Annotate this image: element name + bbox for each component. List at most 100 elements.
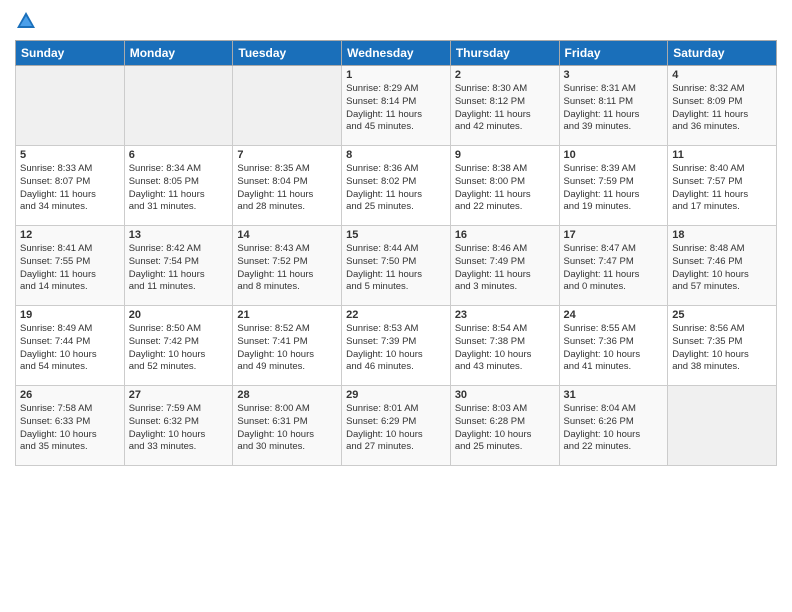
day-info: Sunrise: 8:52 AM Sunset: 7:41 PM Dayligh… bbox=[237, 323, 337, 374]
calendar-cell: 15Sunrise: 8:44 AM Sunset: 7:50 PM Dayli… bbox=[342, 226, 451, 306]
day-number: 6 bbox=[129, 149, 229, 161]
calendar-cell: 28 Sunrise: 8:00 AM Sunset: 6:31 PM Dayli… bbox=[233, 386, 342, 466]
day-number: 26 bbox=[20, 389, 120, 401]
day-number: 15 bbox=[346, 229, 446, 241]
day-info: Sunrise: 7:58 AM Sunset: 6:33 PM Dayligh… bbox=[20, 403, 120, 454]
day-info: Sunrise: 8:30 AM Sunset: 8:12 PM Dayligh… bbox=[455, 83, 555, 134]
calendar-cell: 20 Sunrise: 8:50 AM Sunset: 7:42 PM Dayli… bbox=[124, 306, 233, 386]
day-number: 16 bbox=[455, 229, 555, 241]
day-number: 23 bbox=[455, 309, 555, 321]
calendar-header-sunday: Sunday bbox=[16, 41, 125, 66]
calendar-week-row: 5 Sunrise: 8:33 AM Sunset: 8:07 PM Daylig… bbox=[16, 146, 777, 226]
day-number: 13 bbox=[129, 229, 229, 241]
calendar-cell: 31Sunrise: 8:04 AM Sunset: 6:26 PM Dayli… bbox=[559, 386, 668, 466]
day-number: 28 bbox=[237, 389, 337, 401]
day-info: Sunrise: 8:38 AM Sunset: 8:00 PM Dayligh… bbox=[455, 163, 555, 214]
day-number: 2 bbox=[455, 69, 555, 81]
day-info: Sunrise: 8:55 AM Sunset: 7:36 PM Dayligh… bbox=[564, 323, 664, 374]
day-number: 8 bbox=[346, 149, 446, 161]
calendar-header-wednesday: Wednesday bbox=[342, 41, 451, 66]
calendar-cell: 23 Sunrise: 8:54 AM Sunset: 7:38 PM Dayli… bbox=[450, 306, 559, 386]
day-info: Sunrise: 8:47 AM Sunset: 7:47 PM Dayligh… bbox=[564, 243, 664, 294]
page: SundayMondayTuesdayWednesdayThursdayFrid… bbox=[0, 0, 792, 612]
day-number: 10 bbox=[564, 149, 664, 161]
calendar-cell: 21 Sunrise: 8:52 AM Sunset: 7:41 PM Dayli… bbox=[233, 306, 342, 386]
day-info: Sunrise: 8:34 AM Sunset: 8:05 PM Dayligh… bbox=[129, 163, 229, 214]
day-number: 3 bbox=[564, 69, 664, 81]
day-info: Sunrise: 8:48 AM Sunset: 7:46 PM Dayligh… bbox=[672, 243, 772, 294]
day-info: Sunrise: 8:43 AM Sunset: 7:52 PM Dayligh… bbox=[237, 243, 337, 294]
calendar-cell: 9 Sunrise: 8:38 AM Sunset: 8:00 PM Daylig… bbox=[450, 146, 559, 226]
day-number: 31 bbox=[564, 389, 664, 401]
day-number: 20 bbox=[129, 309, 229, 321]
calendar-cell: 11Sunrise: 8:40 AM Sunset: 7:57 PM Dayli… bbox=[668, 146, 777, 226]
day-number: 21 bbox=[237, 309, 337, 321]
logo-icon bbox=[15, 10, 37, 32]
day-number: 7 bbox=[237, 149, 337, 161]
calendar-cell: 4Sunrise: 8:32 AM Sunset: 8:09 PM Daylig… bbox=[668, 66, 777, 146]
day-info: Sunrise: 8:50 AM Sunset: 7:42 PM Dayligh… bbox=[129, 323, 229, 374]
calendar-cell: 2 Sunrise: 8:30 AM Sunset: 8:12 PM Daylig… bbox=[450, 66, 559, 146]
calendar-cell: 25 Sunrise: 8:56 AM Sunset: 7:35 PM Dayli… bbox=[668, 306, 777, 386]
calendar-cell: 30 Sunrise: 8:03 AM Sunset: 6:28 PM Dayli… bbox=[450, 386, 559, 466]
calendar-week-row: 19 Sunrise: 8:49 AM Sunset: 7:44 PM Dayli… bbox=[16, 306, 777, 386]
calendar-cell bbox=[124, 66, 233, 146]
day-info: Sunrise: 8:54 AM Sunset: 7:38 PM Dayligh… bbox=[455, 323, 555, 374]
calendar-cell: 12 Sunrise: 8:41 AM Sunset: 7:55 PM Dayli… bbox=[16, 226, 125, 306]
day-info: Sunrise: 8:46 AM Sunset: 7:49 PM Dayligh… bbox=[455, 243, 555, 294]
calendar-cell: 26 Sunrise: 7:58 AM Sunset: 6:33 PM Dayli… bbox=[16, 386, 125, 466]
calendar-cell: 5 Sunrise: 8:33 AM Sunset: 8:07 PM Daylig… bbox=[16, 146, 125, 226]
day-info: Sunrise: 8:03 AM Sunset: 6:28 PM Dayligh… bbox=[455, 403, 555, 454]
calendar-header-monday: Monday bbox=[124, 41, 233, 66]
day-info: Sunrise: 7:59 AM Sunset: 6:32 PM Dayligh… bbox=[129, 403, 229, 454]
calendar-cell: 18 Sunrise: 8:48 AM Sunset: 7:46 PM Dayli… bbox=[668, 226, 777, 306]
calendar-header-tuesday: Tuesday bbox=[233, 41, 342, 66]
day-number: 30 bbox=[455, 389, 555, 401]
day-number: 22 bbox=[346, 309, 446, 321]
calendar-header-friday: Friday bbox=[559, 41, 668, 66]
calendar-cell: 13Sunrise: 8:42 AM Sunset: 7:54 PM Dayli… bbox=[124, 226, 233, 306]
calendar-header-row: SundayMondayTuesdayWednesdayThursdayFrid… bbox=[16, 41, 777, 66]
calendar-cell bbox=[16, 66, 125, 146]
day-number: 9 bbox=[455, 149, 555, 161]
calendar-cell: 8Sunrise: 8:36 AM Sunset: 8:02 PM Daylig… bbox=[342, 146, 451, 226]
day-info: Sunrise: 8:49 AM Sunset: 7:44 PM Dayligh… bbox=[20, 323, 120, 374]
day-info: Sunrise: 8:56 AM Sunset: 7:35 PM Dayligh… bbox=[672, 323, 772, 374]
day-info: Sunrise: 8:31 AM Sunset: 8:11 PM Dayligh… bbox=[564, 83, 664, 134]
day-info: Sunrise: 8:35 AM Sunset: 8:04 PM Dayligh… bbox=[237, 163, 337, 214]
day-info: Sunrise: 8:41 AM Sunset: 7:55 PM Dayligh… bbox=[20, 243, 120, 294]
day-number: 29 bbox=[346, 389, 446, 401]
day-info: Sunrise: 8:33 AM Sunset: 8:07 PM Dayligh… bbox=[20, 163, 120, 214]
day-info: Sunrise: 8:53 AM Sunset: 7:39 PM Dayligh… bbox=[346, 323, 446, 374]
day-number: 17 bbox=[564, 229, 664, 241]
day-number: 5 bbox=[20, 149, 120, 161]
calendar-cell: 17 Sunrise: 8:47 AM Sunset: 7:47 PM Dayli… bbox=[559, 226, 668, 306]
calendar-cell: 16 Sunrise: 8:46 AM Sunset: 7:49 PM Dayli… bbox=[450, 226, 559, 306]
day-info: Sunrise: 8:00 AM Sunset: 6:31 PM Dayligh… bbox=[237, 403, 337, 454]
logo bbox=[15, 10, 39, 32]
day-number: 25 bbox=[672, 309, 772, 321]
day-number: 24 bbox=[564, 309, 664, 321]
calendar-week-row: 1Sunrise: 8:29 AM Sunset: 8:14 PM Daylig… bbox=[16, 66, 777, 146]
day-info: Sunrise: 8:01 AM Sunset: 6:29 PM Dayligh… bbox=[346, 403, 446, 454]
header bbox=[15, 10, 777, 32]
calendar-cell: 14 Sunrise: 8:43 AM Sunset: 7:52 PM Dayli… bbox=[233, 226, 342, 306]
calendar-week-row: 26 Sunrise: 7:58 AM Sunset: 6:33 PM Dayli… bbox=[16, 386, 777, 466]
calendar-cell: 6 Sunrise: 8:34 AM Sunset: 8:05 PM Daylig… bbox=[124, 146, 233, 226]
day-info: Sunrise: 8:32 AM Sunset: 8:09 PM Dayligh… bbox=[672, 83, 772, 134]
calendar-cell: 1Sunrise: 8:29 AM Sunset: 8:14 PM Daylig… bbox=[342, 66, 451, 146]
calendar-cell: 19 Sunrise: 8:49 AM Sunset: 7:44 PM Dayli… bbox=[16, 306, 125, 386]
calendar: SundayMondayTuesdayWednesdayThursdayFrid… bbox=[15, 40, 777, 466]
day-info: Sunrise: 8:39 AM Sunset: 7:59 PM Dayligh… bbox=[564, 163, 664, 214]
calendar-cell: 22 Sunrise: 8:53 AM Sunset: 7:39 PM Dayli… bbox=[342, 306, 451, 386]
calendar-cell: 7 Sunrise: 8:35 AM Sunset: 8:04 PM Daylig… bbox=[233, 146, 342, 226]
day-number: 19 bbox=[20, 309, 120, 321]
day-number: 27 bbox=[129, 389, 229, 401]
calendar-header-saturday: Saturday bbox=[668, 41, 777, 66]
day-number: 12 bbox=[20, 229, 120, 241]
day-number: 14 bbox=[237, 229, 337, 241]
day-number: 18 bbox=[672, 229, 772, 241]
calendar-cell: 27 Sunrise: 7:59 AM Sunset: 6:32 PM Dayli… bbox=[124, 386, 233, 466]
calendar-week-row: 12 Sunrise: 8:41 AM Sunset: 7:55 PM Dayli… bbox=[16, 226, 777, 306]
day-info: Sunrise: 8:40 AM Sunset: 7:57 PM Dayligh… bbox=[672, 163, 772, 214]
